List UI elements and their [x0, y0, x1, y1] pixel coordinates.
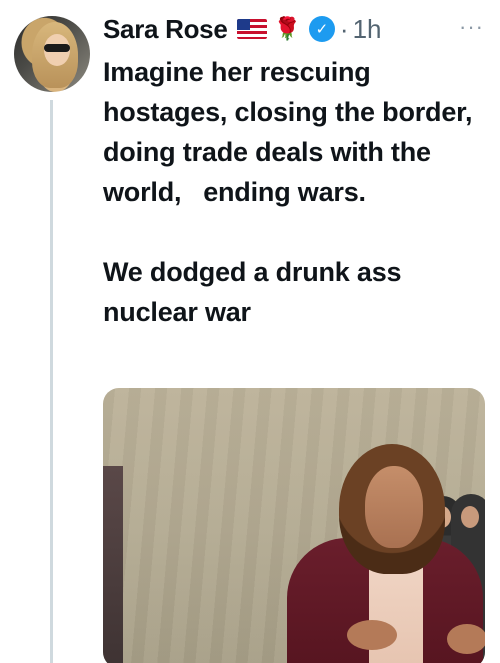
subject-hand-right: [447, 624, 485, 654]
tweet-media-photo[interactable]: [103, 388, 485, 663]
verified-badge-icon[interactable]: ✓: [308, 16, 335, 42]
rose-icon: 🌹: [273, 16, 301, 41]
tweet-header: Sara Rose 🌹 ✓ · 1h: [103, 12, 381, 46]
tweet-paragraph-2: We dodged a drunk ass nuclear war: [103, 257, 402, 327]
thread-line: [50, 100, 53, 663]
tweet-text: Imagine her rescuing hostages, closing t…: [103, 52, 495, 332]
more-options-icon[interactable]: ···: [459, 14, 484, 40]
display-name[interactable]: Sara Rose: [103, 14, 228, 45]
avatar[interactable]: [14, 16, 90, 92]
avatar-sunglasses: [44, 44, 70, 52]
tweet-paragraph-1: Imagine her rescuing hostages, closing t…: [103, 57, 480, 207]
subject-hand-left: [347, 620, 397, 650]
subject-face: [365, 466, 423, 548]
tweet[interactable]: Sara Rose 🌹 ✓ · 1h ··· Imagine her rescu…: [0, 0, 500, 663]
timestamp[interactable]: 1h: [353, 14, 382, 45]
separator: ·: [339, 13, 349, 44]
person-left-edge: [103, 466, 123, 663]
us-flag-icon: [237, 19, 268, 39]
